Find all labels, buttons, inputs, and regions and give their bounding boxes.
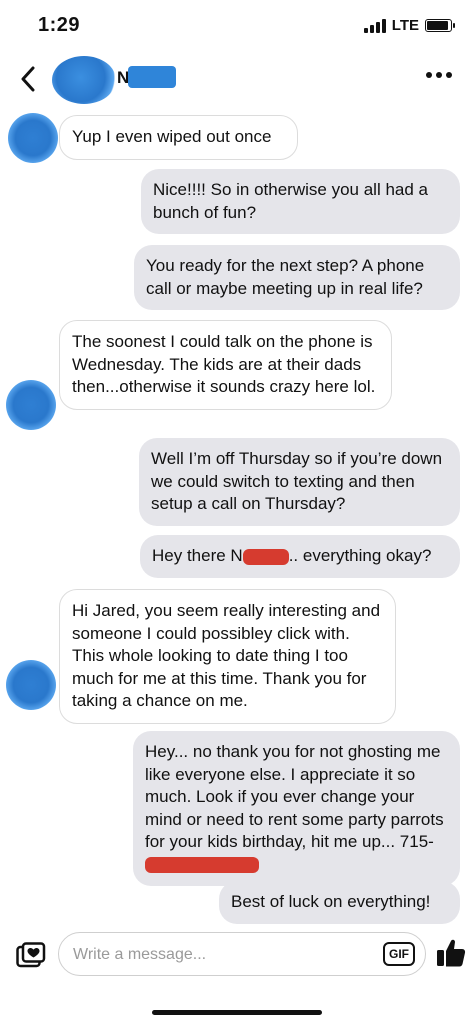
message-text: Hey... no thank you for not ghosting me … (145, 742, 444, 851)
name-redaction (128, 66, 176, 88)
message-text: Yup I even wiped out once (72, 127, 272, 146)
chevron-left-icon (21, 66, 35, 92)
battery-icon (425, 19, 455, 32)
message-outgoing[interactable]: Hey... no thank you for not ghosting me … (133, 731, 460, 886)
message-text: Nice!!!! So in otherwise you all had a b… (153, 180, 428, 222)
message-text: Well I’m off Thursday so if you’re down … (151, 449, 443, 513)
message-outgoing[interactable]: You ready for the next step? A phone cal… (134, 245, 460, 310)
message-text: Best of luck on everything! (231, 892, 431, 911)
dot-icon (426, 72, 432, 78)
message-composer: GIF (0, 928, 474, 978)
clock: 1:29 (38, 14, 81, 36)
signal-icon (363, 18, 386, 33)
network-type: LTE (391, 17, 419, 34)
message-text: You ready for the next step? A phone cal… (146, 256, 425, 298)
message-outgoing[interactable]: Nice!!!! So in otherwise you all had a b… (141, 169, 460, 234)
name-redaction (242, 548, 289, 565)
conversation-header: N (0, 52, 474, 110)
message-text-end: .. everything okay? (288, 546, 432, 565)
message-input-field[interactable]: GIF (58, 932, 426, 976)
gallery-icon[interactable] (16, 942, 46, 968)
message-incoming[interactable]: Hi Jared, you seem really interesting an… (59, 589, 396, 724)
more-options-button[interactable] (426, 72, 452, 78)
message-text: Hi Jared, you seem really interesting an… (72, 601, 381, 710)
message-incoming[interactable]: Yup I even wiped out once (59, 115, 298, 160)
back-button[interactable] (14, 62, 42, 96)
message-input[interactable] (73, 943, 373, 967)
gif-button[interactable]: GIF (383, 942, 415, 966)
message-incoming[interactable]: The soonest I could talk on the phone is… (59, 320, 392, 410)
dot-icon (436, 72, 442, 78)
message-text-start: Hey there N (152, 546, 243, 565)
message-outgoing[interactable]: Hey there N .. everything okay? (140, 535, 460, 578)
battery-level (427, 21, 448, 30)
contact-avatar[interactable] (6, 660, 56, 710)
thumbs-up-icon[interactable] (436, 938, 466, 968)
dot-icon (446, 72, 452, 78)
status-bar: 1:29 LTE (0, 0, 474, 52)
contact-avatar[interactable] (6, 380, 56, 430)
contact-avatar[interactable] (52, 56, 116, 104)
message-outgoing[interactable]: Well I’m off Thursday so if you’re down … (139, 438, 460, 526)
status-icons: LTE (363, 17, 455, 34)
home-indicator (152, 1010, 322, 1015)
contact-avatar[interactable] (8, 113, 58, 163)
phone-redaction (145, 857, 259, 874)
message-text: The soonest I could talk on the phone is… (72, 332, 376, 396)
message-outgoing[interactable]: Best of luck on everything! (219, 881, 460, 924)
